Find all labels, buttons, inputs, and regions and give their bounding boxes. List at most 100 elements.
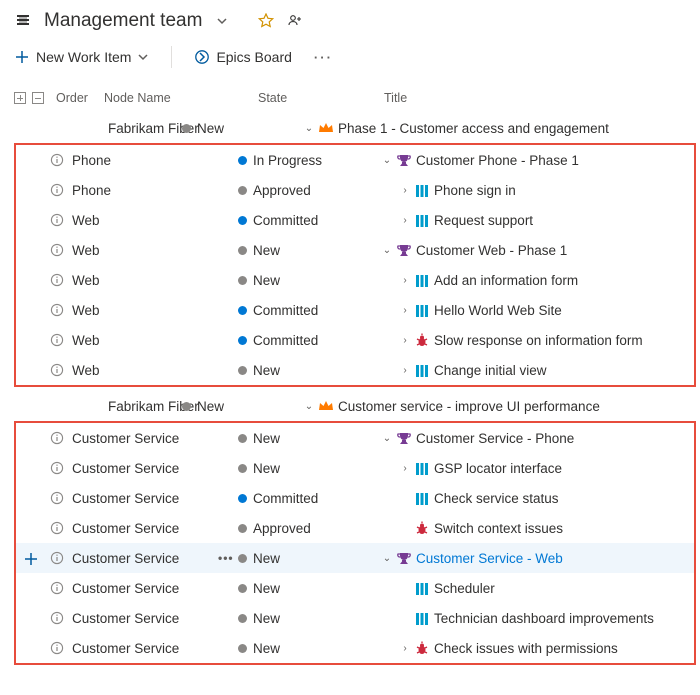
expand-caret[interactable]: ›	[400, 305, 410, 316]
work-item-row[interactable]: Web Committed › Request support	[16, 205, 694, 235]
info-icon[interactable]	[50, 183, 64, 197]
state-dot	[238, 614, 247, 623]
title-cell[interactable]: Check service status	[360, 491, 686, 506]
work-item-row[interactable]: Web New › Add an information form	[16, 265, 694, 295]
new-work-item-button[interactable]: New Work Item	[14, 49, 149, 65]
info-icon[interactable]	[50, 641, 64, 655]
work-item-row[interactable]: Phone Approved › Phone sign in	[16, 175, 694, 205]
state-cell: New	[238, 273, 360, 288]
info-icon[interactable]	[50, 363, 64, 377]
feature-icon	[396, 153, 412, 168]
title-cell[interactable]: Switch context issues	[360, 521, 686, 536]
column-node[interactable]: Node Name	[104, 91, 252, 105]
bug-icon	[414, 521, 430, 536]
title-cell[interactable]: ⌄ Customer Service - Phone	[360, 431, 686, 446]
column-headers: Order Node Name State Title	[0, 83, 700, 113]
state-cell: New	[238, 611, 360, 626]
work-item-row[interactable]: Phone In Progress ⌄ Customer Phone - Pha…	[16, 145, 694, 175]
node-cell: Fabrikam Fiber	[14, 121, 162, 136]
expand-caret[interactable]: ›	[400, 643, 410, 654]
title-cell[interactable]: › Hello World Web Site	[360, 303, 686, 318]
info-icon[interactable]	[50, 581, 64, 595]
bug-icon	[414, 333, 430, 348]
collapse-all-button[interactable]	[32, 92, 44, 104]
work-item-row[interactable]: Customer Service Committed Check service…	[16, 483, 694, 513]
title-cell[interactable]: › Phone sign in	[360, 183, 686, 198]
info-icon[interactable]	[50, 333, 64, 347]
state-dot	[238, 336, 247, 345]
node-cell: Customer Service	[70, 581, 218, 596]
expand-caret[interactable]: ⌄	[382, 155, 392, 166]
state-cell: Committed	[238, 213, 360, 228]
row-overflow[interactable]: •••	[218, 551, 238, 565]
info-icon[interactable]	[50, 303, 64, 317]
info-icon[interactable]	[50, 273, 64, 287]
title-cell[interactable]: ⌄ Customer Web - Phase 1	[360, 243, 686, 258]
column-title[interactable]: Title	[384, 91, 700, 105]
chevron-down-icon	[137, 51, 149, 63]
expand-caret[interactable]: ›	[400, 215, 410, 226]
info-icon[interactable]	[50, 431, 64, 445]
info-icon[interactable]	[50, 551, 64, 565]
title-cell[interactable]: › Change initial view	[360, 363, 686, 378]
expand-caret[interactable]: ⌄	[382, 433, 392, 444]
expand-caret[interactable]: ›	[400, 275, 410, 286]
expand-all-button[interactable]	[14, 92, 26, 104]
state-dot	[182, 124, 191, 133]
title-cell[interactable]: ⌄ Customer Service - Web	[360, 551, 686, 566]
expand-caret[interactable]: ⌄	[382, 245, 392, 256]
node-cell: Web	[70, 363, 218, 378]
pbi-icon	[414, 213, 430, 228]
info-icon[interactable]	[50, 153, 64, 167]
expand-caret[interactable]: ›	[400, 335, 410, 346]
work-item-row[interactable]: Customer Service New › Check issues with…	[16, 633, 694, 663]
star-icon[interactable]	[256, 11, 276, 31]
title-dropdown-icon[interactable]	[212, 11, 232, 31]
work-item-row[interactable]: Customer Service New Scheduler	[16, 573, 694, 603]
info-icon[interactable]	[50, 213, 64, 227]
work-item-row[interactable]: Customer Service New › GSP locator inter…	[16, 453, 694, 483]
work-item-row[interactable]: Customer Service New ⌄ Customer Service …	[16, 423, 694, 453]
column-state[interactable]: State	[258, 91, 378, 105]
work-item-row[interactable]: Web New › Change initial view	[16, 355, 694, 385]
state-dot	[238, 494, 247, 503]
work-item-row[interactable]: Customer Service Approved Switch context…	[16, 513, 694, 543]
pbi-icon	[414, 363, 430, 378]
info-icon[interactable]	[50, 611, 64, 625]
title-cell[interactable]: ⌄ Customer Phone - Phase 1	[360, 153, 686, 168]
state-dot	[238, 644, 247, 653]
expand-caret[interactable]: ›	[400, 365, 410, 376]
info-icon[interactable]	[50, 491, 64, 505]
expand-caret[interactable]: ›	[400, 185, 410, 196]
epic-row[interactable]: Fabrikam Fiber New ⌄ Customer service - …	[0, 391, 700, 421]
work-item-row[interactable]: Web New ⌄ Customer Web - Phase 1	[16, 235, 694, 265]
epic-row[interactable]: Fabrikam Fiber New ⌄ Phase 1 - Customer …	[0, 113, 700, 143]
work-item-row[interactable]: Customer Service ••• New ⌄ Customer Serv…	[16, 543, 694, 573]
state-dot	[238, 186, 247, 195]
epics-board-button[interactable]: Epics Board	[194, 49, 291, 65]
title-cell[interactable]: › Slow response on information form	[360, 333, 686, 348]
expand-caret[interactable]: ›	[400, 463, 410, 474]
add-child-icon[interactable]	[23, 551, 37, 565]
work-item-row[interactable]: Web Committed › Hello World Web Site	[16, 295, 694, 325]
work-item-row[interactable]: Web Committed › Slow response on informa…	[16, 325, 694, 355]
people-icon[interactable]	[286, 11, 306, 31]
state-dot	[238, 366, 247, 375]
info-icon[interactable]	[50, 521, 64, 535]
title-cell[interactable]: › Check issues with permissions	[360, 641, 686, 656]
title-cell[interactable]: › Request support	[360, 213, 686, 228]
title-cell[interactable]: › Add an information form	[360, 273, 686, 288]
expand-caret[interactable]: ⌄	[304, 401, 314, 412]
expand-caret[interactable]: ⌄	[304, 123, 314, 134]
overflow-menu[interactable]: ···	[314, 50, 333, 65]
title-cell[interactable]: Scheduler	[360, 581, 686, 596]
column-order[interactable]: Order	[56, 91, 98, 105]
title-cell[interactable]: ⌄ Customer service - improve UI performa…	[304, 399, 692, 414]
work-item-row[interactable]: Customer Service New Technician dashboar…	[16, 603, 694, 633]
expand-caret[interactable]: ⌄	[382, 553, 392, 564]
info-icon[interactable]	[50, 461, 64, 475]
title-cell[interactable]: › GSP locator interface	[360, 461, 686, 476]
title-cell[interactable]: ⌄ Phase 1 - Customer access and engageme…	[304, 121, 692, 136]
title-cell[interactable]: Technician dashboard improvements	[360, 611, 686, 626]
info-icon[interactable]	[50, 243, 64, 257]
